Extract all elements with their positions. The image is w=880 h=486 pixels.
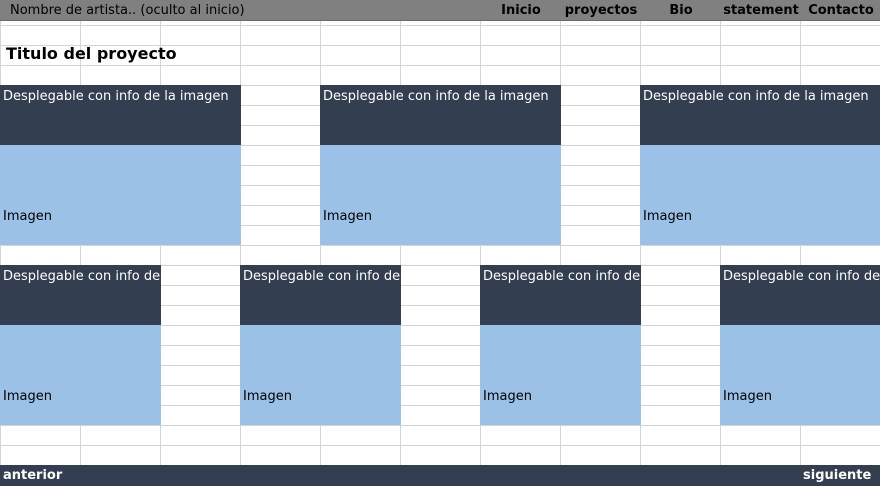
image-label: Imagen [723,389,772,404]
image-info-dropdown[interactable]: Desplegable con info de la imagen [720,265,880,325]
image-placeholder[interactable]: Imagen [720,325,880,425]
next-link[interactable]: siguiente [803,468,871,483]
nav-statement[interactable]: statement [723,3,799,18]
nav-contacto[interactable]: Contacto [808,3,874,18]
image-card[interactable]: Desplegable con info de la imagen Imagen [480,265,641,425]
image-placeholder[interactable]: Imagen [0,325,161,425]
image-label: Imagen [483,389,532,404]
image-card[interactable]: Desplegable con info de la imagen Imagen [720,265,880,425]
image-label: Imagen [323,209,372,224]
image-placeholder[interactable]: Imagen [0,145,241,245]
image-info-dropdown[interactable]: Desplegable con info de la imagen [0,85,241,145]
image-info-dropdown[interactable]: Desplegable con info de la imagen [0,265,161,325]
top-nav-bar: Nombre de artista.. (oculto al inicio) I… [0,0,880,21]
image-label: Imagen [3,209,52,224]
image-info-dropdown[interactable]: Desplegable con info de la imagen [480,265,641,325]
image-card[interactable]: Desplegable con info de la imagen Imagen [0,85,241,245]
image-card[interactable]: Desplegable con info de la imagen Imagen [0,265,161,425]
image-placeholder[interactable]: Imagen [240,325,401,425]
artist-name[interactable]: Nombre de artista.. (oculto al inicio) [10,3,245,18]
project-title: Titulo del proyecto [6,44,177,63]
image-label: Imagen [643,209,692,224]
image-card[interactable]: Desplegable con info de la imagen Imagen [640,85,880,245]
image-card[interactable]: Desplegable con info de la imagen Imagen [240,265,401,425]
image-label: Imagen [243,389,292,404]
pagination-bar: anterior siguiente [0,465,880,486]
nav-inicio[interactable]: Inicio [501,3,541,18]
image-placeholder[interactable]: Imagen [480,325,641,425]
image-placeholder[interactable]: Imagen [640,145,880,245]
image-label: Imagen [3,389,52,404]
image-card[interactable]: Desplegable con info de la imagen Imagen [320,85,561,245]
nav-proyectos[interactable]: proyectos [565,3,638,18]
image-info-dropdown[interactable]: Desplegable con info de la imagen [640,85,880,145]
image-info-dropdown[interactable]: Desplegable con info de la imagen [320,85,561,145]
previous-link[interactable]: anterior [3,468,62,483]
nav-bio[interactable]: Bio [669,3,692,18]
image-info-dropdown[interactable]: Desplegable con info de la imagen [240,265,401,325]
image-placeholder[interactable]: Imagen [320,145,561,245]
